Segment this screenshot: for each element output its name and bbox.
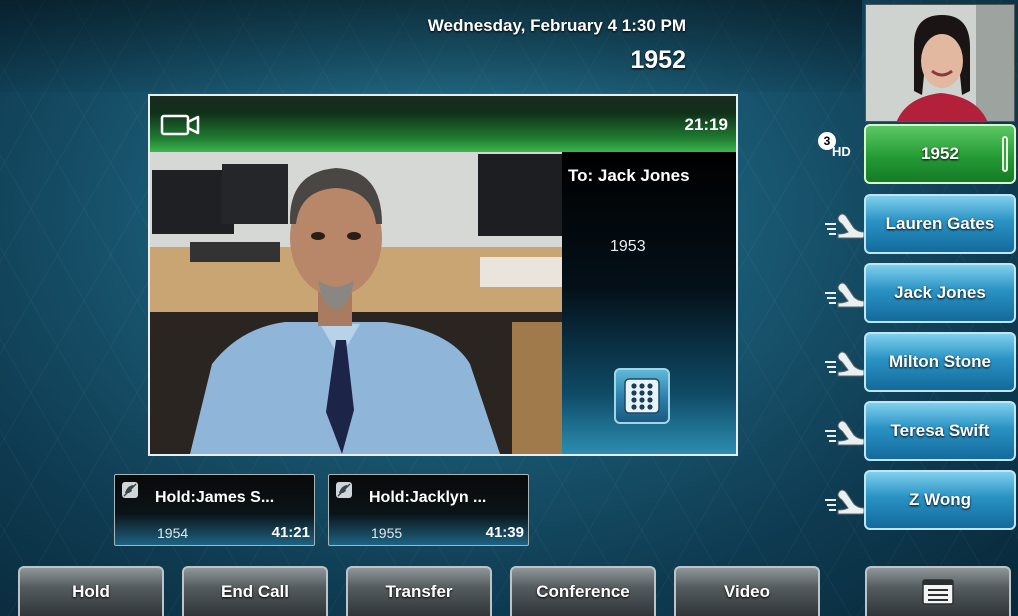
line-key-row-lauren-gates: Lauren Gates bbox=[824, 194, 1016, 256]
handset-icon bbox=[825, 213, 865, 239]
held-call-duration: 41:39 bbox=[485, 524, 524, 541]
self-view-video[interactable] bbox=[865, 4, 1015, 122]
line-key-1952[interactable]: 1952 bbox=[864, 124, 1016, 184]
dialpad-button[interactable] bbox=[614, 368, 670, 424]
line-key-teresa-swift[interactable]: Teresa Swift bbox=[864, 401, 1016, 461]
end-call-button[interactable]: End Call bbox=[182, 566, 328, 616]
line-key-row-z-wong: Z Wong bbox=[824, 470, 1016, 532]
held-call-1[interactable]: Hold:James S... 1954 41:21 bbox=[114, 474, 315, 546]
menu-icon bbox=[922, 579, 954, 605]
dialpad-icon bbox=[624, 378, 660, 414]
conference-button[interactable]: Conference bbox=[510, 566, 656, 616]
video-camera-icon bbox=[160, 114, 200, 136]
call-header: 21:19 bbox=[150, 96, 736, 152]
call-party-number: 1953 bbox=[610, 238, 646, 255]
handset-icon bbox=[825, 489, 865, 515]
hold-status-icon bbox=[122, 482, 138, 498]
line-key-row-jack-jones: Jack Jones bbox=[824, 263, 1016, 325]
line-key-label: 1952 bbox=[921, 144, 959, 163]
held-call-duration: 41:21 bbox=[271, 524, 310, 541]
my-extension: 1952 bbox=[630, 46, 686, 74]
self-view-image bbox=[866, 5, 1014, 121]
handset-icon bbox=[825, 351, 865, 377]
status-bar: Wednesday, February 4 1:30 PM 1952 bbox=[0, 0, 862, 92]
remote-video bbox=[150, 152, 562, 454]
line-key-row-teresa-swift: Teresa Swift bbox=[824, 401, 1016, 463]
line-key-lauren-gates[interactable]: Lauren Gates bbox=[864, 194, 1016, 254]
call-timer: 21:19 bbox=[684, 115, 728, 134]
call-info-panel: To: Jack Jones 1953 bbox=[562, 152, 736, 454]
handset-icon bbox=[825, 282, 865, 308]
transfer-button[interactable]: Transfer bbox=[346, 566, 492, 616]
menu-button[interactable] bbox=[865, 566, 1011, 616]
hd-label: HD bbox=[832, 144, 851, 159]
date-time: Wednesday, February 4 1:30 PM bbox=[427, 16, 686, 35]
held-call-name: Hold:Jacklyn ... bbox=[369, 489, 487, 506]
held-call-extension: 1955 bbox=[371, 525, 403, 541]
hold-status-icon bbox=[336, 482, 352, 498]
hold-button[interactable]: Hold bbox=[18, 566, 164, 616]
held-call-extension: 1954 bbox=[157, 525, 189, 541]
line-key-jack-jones[interactable]: Jack Jones bbox=[864, 263, 1016, 323]
active-call-window[interactable]: 21:19 To: Jack Jones 1953 bbox=[148, 94, 738, 456]
call-party-name: To: Jack Jones bbox=[568, 166, 690, 185]
remote-video-image bbox=[150, 152, 562, 454]
handset-icon bbox=[825, 420, 865, 446]
line-key-row-milton-stone: Milton Stone bbox=[824, 332, 1016, 394]
held-call-name: Hold:James S... bbox=[155, 489, 275, 506]
video-button[interactable]: Video bbox=[674, 566, 820, 616]
line-key-z-wong[interactable]: Z Wong bbox=[864, 470, 1016, 530]
held-call-2[interactable]: Hold:Jacklyn ... 1955 41:39 bbox=[328, 474, 529, 546]
line-key-row-active: 3 HD 1952 bbox=[818, 124, 1016, 186]
line-status-bar bbox=[1002, 136, 1008, 172]
line-key-milton-stone[interactable]: Milton Stone bbox=[864, 332, 1016, 392]
